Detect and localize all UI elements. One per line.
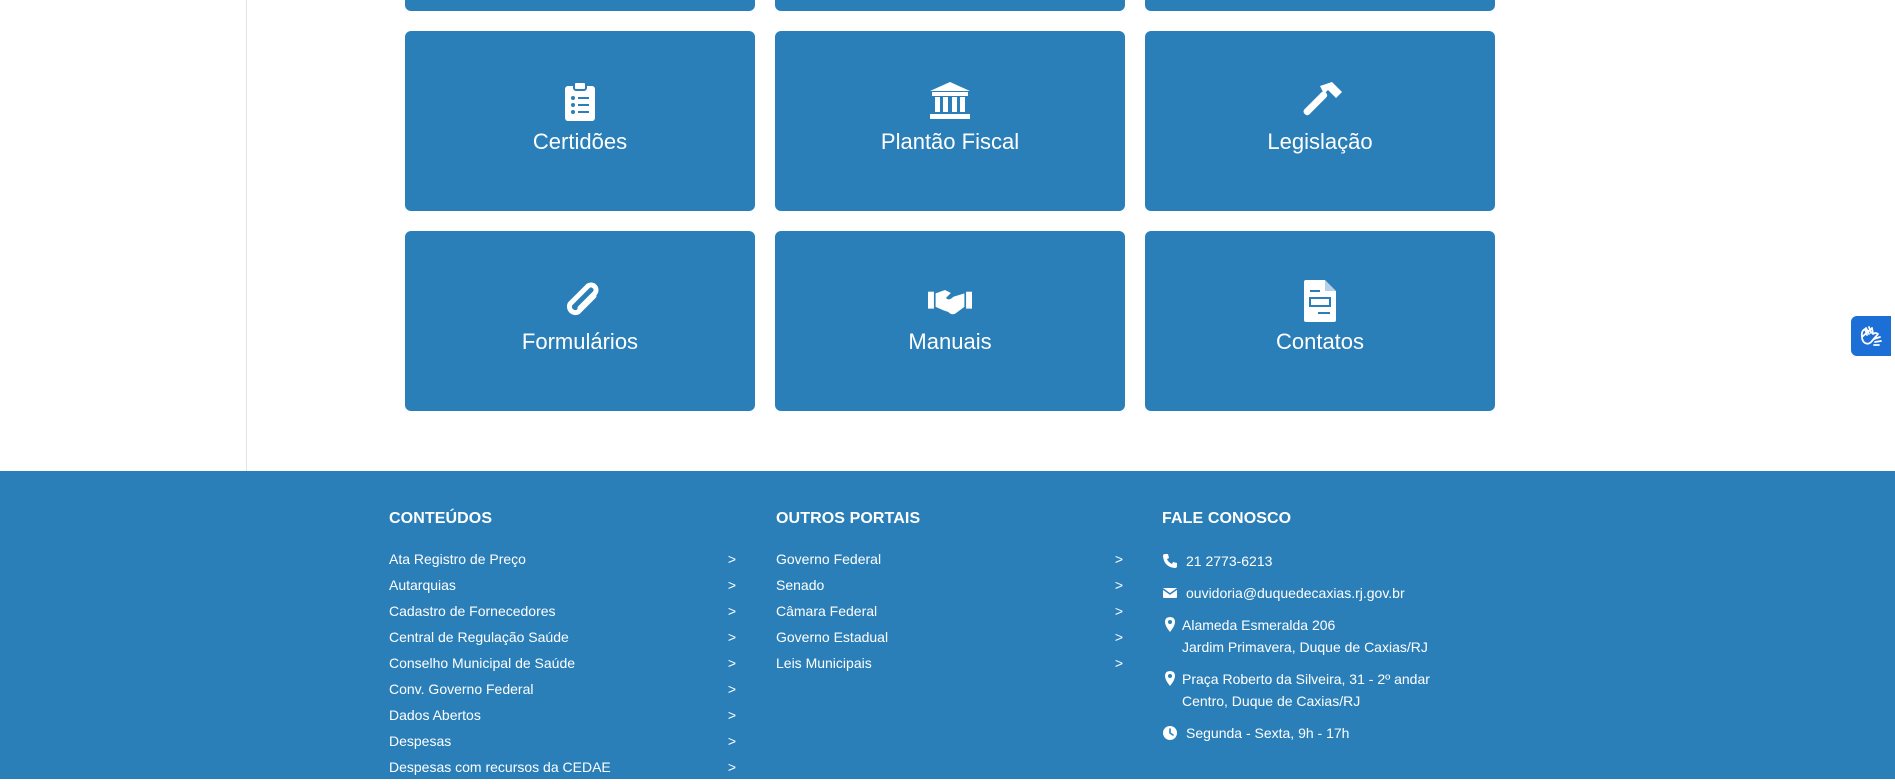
tile-label: Formulários [521, 329, 639, 354]
link-text: Leis Municipais [776, 655, 872, 671]
footer-link[interactable]: Cadastro de Fornecedores > [389, 602, 736, 628]
footer-link[interactable]: Conselho Municipal de Saúde > [389, 654, 736, 680]
contact-address-2: Praça Roberto da Silveira, 31 - 2º andar… [1162, 668, 1482, 712]
contact-phone: 21 2773-6213 [1162, 550, 1482, 572]
arrow-icon: > [1114, 629, 1123, 645]
tile-legislacao[interactable]: Legislação [1145, 31, 1495, 211]
arrow-icon: > [727, 551, 736, 567]
arrow-icon: > [727, 733, 736, 749]
arrow-icon: > [727, 603, 736, 619]
arrow-icon: > [727, 759, 736, 775]
footer-link[interactable]: Despesas > [389, 732, 736, 758]
tile-certidoes[interactable]: Certidões [405, 31, 755, 211]
file-document-icon [1298, 279, 1342, 323]
opening-hours: Segunda - Sexta, 9h - 17h [1186, 725, 1350, 741]
contact-address-1: Alameda Esmeralda 206 Jardim Primavera, … [1162, 614, 1482, 658]
bank-icon [928, 79, 972, 123]
handshake-icon [928, 279, 972, 323]
email-link[interactable]: ouvidoria@duquedecaxias.rj.gov.br [1186, 585, 1405, 601]
address-line: Jardim Primavera, Duque de Caxias/RJ [1182, 639, 1428, 655]
tile-formularios[interactable]: Formulários [405, 231, 755, 411]
footer-link[interactable]: Governo Federal > [776, 550, 1123, 576]
address-line: Alameda Esmeralda 206 [1182, 617, 1336, 633]
tile-label: Certidões [532, 129, 628, 154]
footer-link[interactable]: Ata Registro de Preço > [389, 550, 736, 576]
tile-partial[interactable] [1145, 0, 1495, 11]
tile-partial[interactable] [405, 0, 755, 11]
link-text: Cadastro de Fornecedores [389, 603, 556, 619]
footer-link[interactable]: Governo Estadual > [776, 628, 1123, 654]
footer-link[interactable]: Despesas com recursos da CEDAE > [389, 758, 736, 784]
link-text: Autarquias [389, 577, 456, 593]
arrow-icon: > [727, 681, 736, 697]
link-text: Conv. Governo Federal [389, 681, 534, 697]
tile-plantao-fiscal[interactable]: Plantão Fiscal [775, 31, 1125, 211]
tile-manuais[interactable]: Manuais [775, 231, 1125, 411]
footer-link[interactable]: Autarquias > [389, 576, 736, 602]
footer-link[interactable]: Dados Abertos > [389, 706, 736, 732]
link-text: Ata Registro de Preço [389, 551, 526, 567]
arrow-icon: > [1114, 551, 1123, 567]
tile-label: Contatos [1275, 329, 1365, 354]
map-pin-icon [1165, 671, 1175, 686]
footer-link[interactable]: Conv. Governo Federal > [389, 680, 736, 706]
arrow-icon: > [727, 629, 736, 645]
arrow-icon: > [727, 707, 736, 723]
phone-icon [1163, 554, 1177, 568]
paperclip-icon [558, 279, 602, 323]
link-text: Câmara Federal [776, 603, 878, 619]
tile-label: Plantão Fiscal [880, 129, 1020, 154]
contact-hours: Segunda - Sexta, 9h - 17h [1162, 722, 1482, 744]
tile-contatos[interactable]: Contatos [1145, 231, 1495, 411]
tile-partial[interactable] [775, 0, 1125, 11]
link-text: Governo Federal [776, 551, 882, 567]
link-text: Conselho Municipal de Saúde [389, 655, 576, 671]
sign-language-icon [1860, 326, 1882, 346]
link-text: Senado [776, 577, 825, 593]
tile-label: Legislação [1267, 129, 1373, 154]
footer-col-fale-conosco: FALE CONOSCO 21 2773-6213 ouvidoria@duqu… [1162, 510, 1482, 754]
address-line: Praça Roberto da Silveira, 31 - 2º andar [1182, 671, 1430, 687]
phone-number[interactable]: 21 2773-6213 [1186, 553, 1272, 569]
arrow-icon: > [1114, 603, 1123, 619]
footer-link[interactable]: Leis Municipais > [776, 654, 1123, 680]
sign-language-accessibility-button[interactable] [1851, 316, 1891, 356]
footer-link[interactable]: Câmara Federal > [776, 602, 1123, 628]
link-text: Central de Regulação Saúde [389, 629, 569, 645]
footer-link[interactable]: Senado > [776, 576, 1123, 602]
footer-col-conteudos: CONTEÚDOS Ata Registro de Preço > Autarqu… [389, 510, 736, 784]
link-text: Dados Abertos [389, 707, 481, 723]
footer-col-outros-portais: OUTROS PORTAIS Governo Federal > Senado > … [776, 510, 1123, 680]
envelope-icon [1162, 588, 1178, 598]
link-text: Despesas com recursos da CEDAE [389, 759, 611, 775]
clock-icon [1163, 726, 1177, 740]
hammer-icon [1298, 79, 1342, 123]
footer-heading: OUTROS PORTAIS [776, 510, 921, 527]
link-text: Governo Estadual [776, 629, 889, 645]
footer-heading: CONTEÚDOS [389, 510, 493, 527]
footer-heading: FALE CONOSCO [1162, 510, 1292, 527]
site-footer: CONTEÚDOS Ata Registro de Preço > Autarqu… [0, 471, 1895, 779]
tile-label: Manuais [908, 329, 992, 354]
footer-link[interactable]: Central de Regulação Saúde > [389, 628, 736, 654]
map-pin-icon [1165, 617, 1175, 632]
arrow-icon: > [727, 655, 736, 671]
left-divider [246, 0, 247, 471]
arrow-icon: > [1114, 655, 1123, 671]
arrow-icon: > [727, 577, 736, 593]
link-text: Despesas [389, 733, 452, 749]
clipboard-list-icon [558, 79, 602, 123]
address-line: Centro, Duque de Caxias/RJ [1182, 693, 1361, 709]
contact-email: ouvidoria@duquedecaxias.rj.gov.br [1162, 582, 1482, 604]
arrow-icon: > [1114, 577, 1123, 593]
